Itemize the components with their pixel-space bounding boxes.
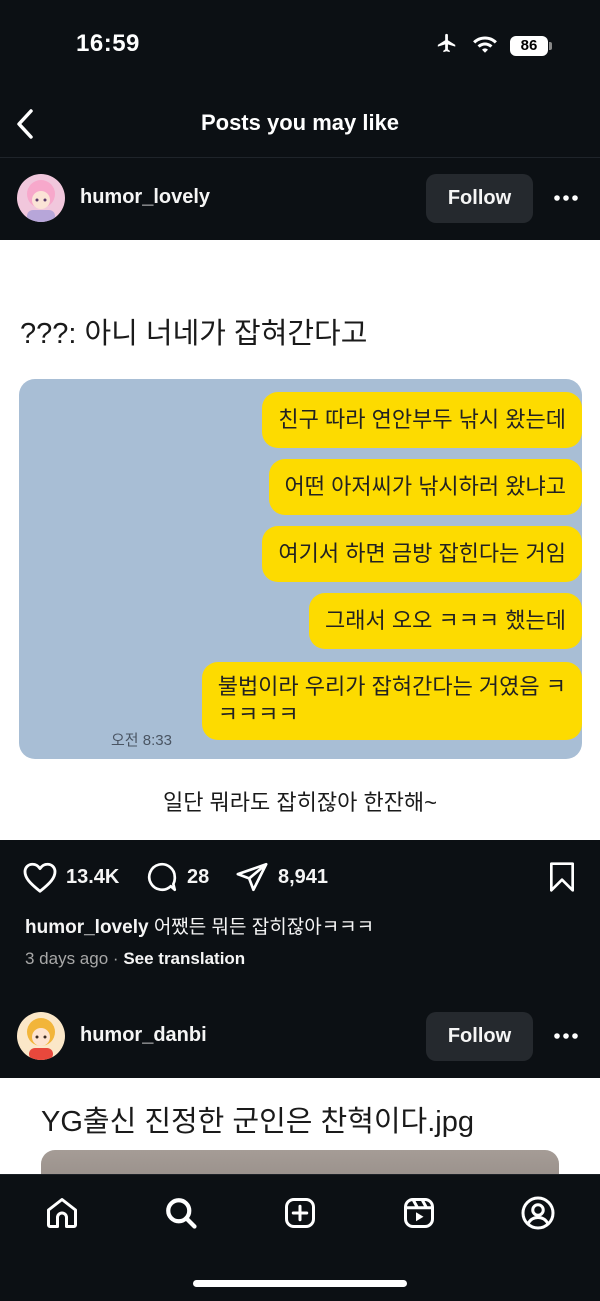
- home-icon: [47, 1198, 77, 1228]
- time-ago: 3 days ago: [25, 949, 109, 968]
- airplane-icon: [434, 32, 460, 59]
- page-title: Posts you may like: [200, 110, 400, 135]
- comment-icon: [147, 862, 177, 892]
- battery-indicator: 86: [510, 35, 552, 56]
- more-options-button[interactable]: [550, 1020, 582, 1052]
- post-caption: humor_lovely 어쨌든 뭐든 잡히잖아ㅋㅋㅋ: [25, 912, 585, 939]
- tab-create[interactable]: [280, 1193, 320, 1233]
- send-icon: [236, 862, 268, 892]
- username[interactable]: humor_lovely: [80, 186, 210, 209]
- wifi-icon: [472, 33, 498, 58]
- tab-reels[interactable]: [399, 1193, 439, 1233]
- share-button[interactable]: 8,941: [234, 860, 328, 894]
- comment-count: 28: [187, 865, 210, 888]
- more-options-button[interactable]: [550, 182, 582, 214]
- chat-time: 오전 8:33: [111, 732, 172, 749]
- save-button[interactable]: [548, 861, 576, 898]
- chat-bubble: 친구 따라 연안부두 낚시 왔는데: [262, 392, 582, 448]
- image-footer-text: 일단 뭐라도 잡히잖아 한잔해~: [162, 790, 438, 815]
- like-button[interactable]: 13.4K: [22, 860, 119, 894]
- share-count: 8,941: [278, 865, 329, 888]
- status-icons: 86: [434, 32, 552, 59]
- search-icon: [166, 1198, 197, 1229]
- image-title: YG출신 진정한 군인은 찬혁이다.jpg: [41, 1106, 474, 1138]
- like-count: 13.4K: [66, 865, 120, 888]
- tab-home[interactable]: [42, 1193, 82, 1233]
- post-actions: 13.4K 28 8,941: [0, 842, 600, 912]
- heart-icon: [23, 862, 57, 893]
- more-icon: [554, 1033, 578, 1039]
- username[interactable]: humor_danbi: [80, 1024, 207, 1047]
- chat-screenshot: 친구 따라 연안부두 낚시 왔는데 어떤 아저씨가 낚시하러 왔냐고 여기서 하…: [19, 379, 582, 759]
- caption-username[interactable]: humor_lovely: [25, 917, 149, 938]
- chat-bubble: 여기서 하면 금방 잡힌다는 거임: [262, 526, 582, 582]
- chat-bubble: 어떤 아저씨가 낚시하러 왔냐고: [268, 459, 582, 515]
- caption-text: 어쨌든 뭐든 잡히잖아ㅋㅋㅋ: [148, 917, 375, 938]
- nav-header: Posts you may like: [0, 90, 600, 158]
- post-image[interactable]: ???: 아니 너네가 잡혀간다고 친구 따라 연안부두 낚시 왔는데 어떤 아…: [0, 240, 600, 840]
- separator-dot: ·: [112, 949, 124, 968]
- follow-button[interactable]: Follow: [426, 174, 533, 223]
- post-header: humor_danbi Follow: [0, 996, 600, 1078]
- status-time: 16:59: [76, 30, 140, 57]
- tab-profile[interactable]: [518, 1193, 558, 1233]
- more-icon: [554, 195, 578, 201]
- comment-button[interactable]: 28: [145, 860, 209, 894]
- chat-bubble: 불법이라 우리가 잡혀간다는 거였음 ㅋ ㅋㅋㅋㅋ: [201, 662, 582, 740]
- chat-bubble: 그래서 오오 ㅋㅋㅋ 했는데: [309, 593, 582, 649]
- see-translation-link[interactable]: See translation: [123, 949, 245, 968]
- avatar[interactable]: [17, 1012, 65, 1060]
- post-meta: 3 days ago · See translation: [25, 949, 245, 969]
- create-icon: [285, 1198, 315, 1228]
- post-image[interactable]: YG출신 진정한 군인은 찬혁이다.jpg: [0, 1078, 600, 1178]
- follow-button[interactable]: Follow: [426, 1012, 533, 1061]
- profile-icon: [521, 1196, 555, 1230]
- tab-search[interactable]: [161, 1193, 201, 1233]
- post-header: humor_lovely Follow: [0, 158, 600, 240]
- reels-icon: [404, 1198, 434, 1228]
- home-indicator[interactable]: [193, 1280, 407, 1287]
- image-title: ???: 아니 너네가 잡혀간다고: [20, 318, 368, 350]
- avatar[interactable]: [17, 174, 65, 222]
- status-bar: 16:59 86: [0, 0, 600, 90]
- bookmark-icon: [549, 862, 574, 892]
